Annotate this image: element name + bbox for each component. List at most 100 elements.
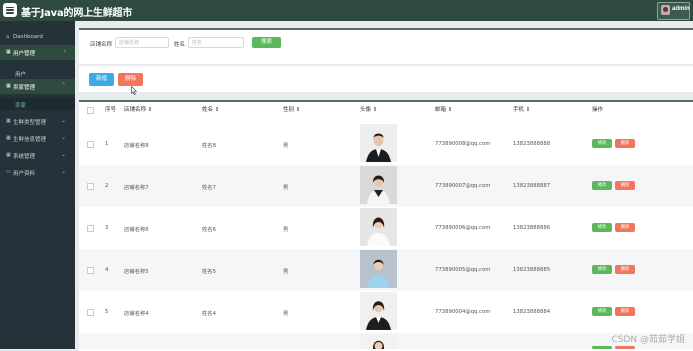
select-all-checkbox[interactable]: [87, 107, 94, 114]
search-button[interactable]: 搜索: [252, 37, 281, 48]
row-name: 姓名7: [202, 185, 216, 191]
name-input[interactable]: 姓名: [188, 37, 244, 48]
top-header: 基于Java的网上生鲜超市 admin: [0, 0, 693, 21]
row-name: 姓名6: [202, 227, 216, 233]
sidebar-item-fresh-info[interactable]: ▦ 生鲜信息管理 ⌄: [0, 131, 75, 146]
col-header-gender[interactable]: 性别 ⇕: [283, 105, 300, 113]
shop-name-label: 店铺名称: [90, 42, 113, 48]
grid-icon: ▦: [6, 152, 11, 158]
chevron-down-icon: ⌄: [60, 168, 66, 175]
row-shop-name: 店铺名称4: [124, 311, 149, 317]
avatar-photo: [360, 208, 397, 246]
avatar-photo: [360, 166, 397, 204]
row-index: 2: [105, 183, 109, 189]
row-edit-button[interactable]: 修改: [592, 181, 612, 190]
col-header-avatar[interactable]: 头像 ⇕: [360, 105, 377, 113]
sidebar-item-system[interactable]: ▦ 系统管理 ⌄: [0, 148, 75, 163]
row-gender: 男: [283, 311, 289, 317]
sidebar-subitem-users[interactable]: 用户: [0, 67, 75, 79]
row-name: 姓名4: [202, 311, 216, 317]
row-gender: 男: [283, 143, 289, 149]
sidebar-item-profile[interactable]: ▭ 用户资料 ⌄: [0, 165, 75, 180]
avatar-photo: [360, 124, 397, 162]
row-name: 姓名8: [202, 143, 216, 149]
user-icon: ▭: [6, 169, 11, 175]
row-email: 773890005@qq.com: [435, 267, 491, 273]
avatar: [661, 5, 670, 15]
row-gender: 男: [283, 227, 289, 233]
chevron-down-icon: ⌄: [60, 117, 66, 124]
col-header-shop[interactable]: 店铺名称 ⇕: [124, 105, 152, 113]
grid-icon: ▦: [6, 83, 11, 89]
row-email: 773890006@qq.com: [435, 225, 491, 231]
chevron-left-icon: ‹: [63, 48, 66, 55]
chevron-down-icon: ⌄: [60, 134, 66, 141]
row-email: 773890008@qq.com: [435, 141, 491, 147]
chevron-down-icon: ⌄: [60, 151, 66, 158]
grid-icon: ▦: [6, 135, 11, 141]
menu-icon[interactable]: [3, 3, 17, 17]
chevron-up-icon: ⌃: [60, 82, 66, 89]
row-index: 1: [105, 141, 109, 147]
delete-button[interactable]: 删除: [118, 73, 143, 86]
row-edit-button[interactable]: 修改: [592, 307, 612, 316]
grid-icon: ▦: [6, 118, 11, 124]
user-name: admin: [672, 6, 690, 12]
row-phone: 13823888886: [513, 225, 551, 231]
col-header-phone[interactable]: 手机 ⇕: [513, 105, 530, 113]
col-header-actions: 操作: [592, 107, 604, 113]
row-phone: 13823888887: [513, 183, 551, 189]
row-checkbox[interactable]: [87, 225, 94, 232]
row-shop-name: 店铺名称8: [124, 143, 149, 149]
shop-name-input[interactable]: 店铺名称: [115, 37, 169, 48]
row-gender: 男: [283, 269, 289, 275]
row-checkbox[interactable]: [87, 183, 94, 190]
row-edit-button[interactable]: 修改: [592, 223, 612, 232]
avatar-photo: [360, 250, 397, 288]
row-delete-button[interactable]: 删除: [615, 181, 635, 190]
sidebar-item-fresh-type[interactable]: ▦ 生鲜类型管理 ⌄: [0, 114, 75, 129]
row-name: 姓名5: [202, 269, 216, 275]
row-phone: 13823888885: [513, 267, 551, 273]
row-phone: 13823888888: [513, 141, 551, 147]
row-delete-button[interactable]: 删除: [615, 307, 635, 316]
watermark: CSDN @茹茹学姐: [611, 335, 685, 345]
avatar-photo: [360, 334, 397, 349]
sidebar-item-dashboard[interactable]: ⌂ Dashboard: [0, 30, 75, 45]
sidebar-item-seller-management[interactable]: ▦ 卖家管理 ⌃: [0, 79, 75, 94]
row-edit-button[interactable]: 修改: [592, 265, 612, 274]
row-shop-name: 店铺名称5: [124, 269, 149, 275]
row-checkbox[interactable]: [87, 141, 94, 148]
row-edit-button[interactable]: 修改: [592, 139, 612, 148]
user-menu[interactable]: admin: [657, 2, 690, 20]
grid-icon: ▦: [6, 49, 11, 55]
row-index: 3: [105, 225, 109, 231]
row-shop-name: 店铺名称7: [124, 185, 149, 191]
search-panel: [79, 28, 693, 64]
row-shop-name: 店铺名称6: [124, 227, 149, 233]
col-header-name[interactable]: 姓名 ⇕: [202, 105, 219, 113]
row-delete-button[interactable]: 删除: [615, 139, 635, 148]
sidebar-subitem-sellers[interactable]: 卖家: [0, 98, 75, 110]
app-title: 基于Java的网上生鲜超市: [21, 8, 133, 19]
add-button[interactable]: 新增: [89, 73, 114, 86]
row-checkbox[interactable]: [87, 309, 94, 316]
mouse-cursor-icon: [131, 86, 137, 95]
row-phone: 13823888884: [513, 309, 551, 315]
col-header-email[interactable]: 邮箱 ⇕: [435, 105, 452, 113]
sidebar: ⌂ Dashboard ▦ 用户管理 ‹ 用户 ▦ 卖家管理 ⌃ 卖家 ▦ 生鲜…: [0, 21, 75, 349]
row-email: 773890004@qq.com: [435, 309, 491, 315]
row-gender: 男: [283, 185, 289, 191]
avatar-photo: [360, 292, 397, 330]
col-header-index: 序号: [105, 107, 117, 113]
sidebar-item-user-management[interactable]: ▦ 用户管理 ‹: [0, 45, 75, 60]
row-checkbox[interactable]: [87, 267, 94, 274]
row-index: 4: [105, 267, 109, 273]
action-panel: [79, 66, 693, 92]
row-email: 773890007@qq.com: [435, 183, 491, 189]
name-label: 姓名: [174, 42, 186, 48]
row-delete-button[interactable]: 删除: [615, 223, 635, 232]
row-delete-button[interactable]: 删除: [615, 265, 635, 274]
home-icon: ⌂: [6, 34, 10, 40]
row-index: 5: [105, 309, 109, 315]
